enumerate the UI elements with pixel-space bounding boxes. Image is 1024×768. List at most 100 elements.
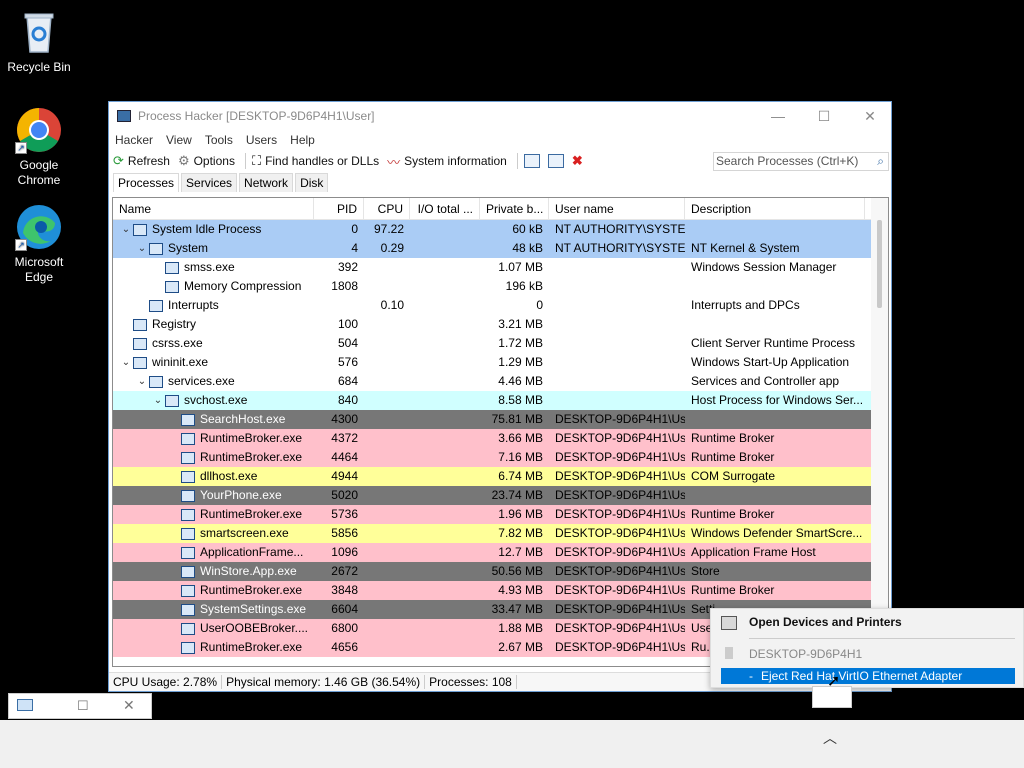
expand-chevron-icon[interactable]: ⌄ [119,220,133,239]
cell-priv: 6.74 MB [498,469,543,483]
process-row[interactable]: RuntimeBroker.exe 4464 7.16 MB DESKTOP-9D6P… [113,448,888,467]
expand-chevron-icon[interactable]: ⌄ [135,372,149,391]
menu-users[interactable]: Users [246,133,277,147]
process-row[interactable]: ⌄ System Idle Process 0 97.22 60 kB NT AUTHOR… [113,220,888,239]
process-row[interactable]: Interrupts 0.10 0 Interrupts and DPCs [113,296,888,315]
process-row[interactable]: ⌄ wininit.exe 576 1.29 MB Windows Start-Up A… [113,353,888,372]
cell-user: DESKTOP-9D6P4H1\User [555,431,685,445]
cell-pid: 840 [337,393,358,407]
process-name: RuntimeBroker.exe [200,507,303,521]
cell-desc: Interrupts and DPCs [691,298,800,312]
close-button[interactable]: ✕ [847,102,893,130]
cell-priv: 196 kB [505,279,543,293]
tab-services[interactable]: Services [181,173,238,192]
column-pid[interactable]: PID [314,198,364,219]
menu-help[interactable]: Help [290,133,315,147]
menu-hacker[interactable]: Hacker [115,133,153,147]
process-icon [181,470,195,483]
process-row[interactable]: ⌄ System 4 0.29 48 kB NT AUTHORITY\SYSTEM NT K… [113,239,888,258]
cell-user: DESKTOP-9D6P4H1\User [555,450,685,464]
options-button[interactable]: ⚙ Options [178,153,235,169]
process-row[interactable]: RuntimeBroker.exe 3848 4.93 MB DESKTOP-9D6P… [113,581,888,600]
menu-item-desktop-name: DESKTOP-9D6P4H1 [749,647,863,661]
chevron-up-icon[interactable]: ︿ [823,728,837,748]
vertical-scrollbar[interactable] [871,198,888,666]
expand-chevron-icon[interactable]: ⌄ [119,353,133,372]
column-description[interactable]: Description [685,198,865,219]
process-row[interactable]: RuntimeBroker.exe 4372 3.66 MB DESKTOP-9D6P… [113,429,888,448]
terminate-button[interactable]: ✖ [572,153,587,169]
system-information-button[interactable]: 〰 System information [387,152,507,171]
minimized-window-bar[interactable]: ☐ ✕ [8,693,152,719]
cell-cpu: 97.22 [373,222,404,236]
process-row[interactable]: csrss.exe 504 1.72 MB Client Server Runtime… [113,334,888,353]
cell-pid: 6800 [331,621,358,635]
cell-name: UserOOBEBroker.... [113,619,314,638]
cell-cpu [364,277,410,296]
desktop-icon-google-chrome[interactable]: ↗ Google Chrome [4,106,74,188]
menu-item-open-devices[interactable]: Open Devices and Printers [749,615,902,629]
search-input[interactable]: Search Processes (Ctrl+K) ⌕ [713,152,889,171]
process-list[interactable]: Name PID CPU I/O total ... Private b... … [112,197,889,667]
cell-priv: 4.46 MB [498,374,543,388]
column-cpu[interactable]: CPU [364,198,410,219]
process-icon [181,527,195,540]
process-row[interactable]: RuntimeBroker.exe 5736 1.96 MB DESKTOP-9D6P… [113,505,888,524]
process-name: dllhost.exe [200,469,258,483]
cell-desc [685,277,865,296]
process-row[interactable]: Registry 100 3.21 MB [113,315,888,334]
window-arrow-icon[interactable] [547,154,564,168]
column-name[interactable]: Name [113,198,314,219]
scrollbar-thumb[interactable] [877,220,882,308]
process-row[interactable]: smss.exe 392 1.07 MB Windows Session Manage… [113,258,888,277]
cell-pid: 6604 [331,602,358,616]
cell-user: DESKTOP-9D6P4H1\User [555,526,685,540]
cell-pid: 5856 [331,526,358,540]
process-row[interactable]: ⌄ services.exe 684 4.46 MB Services and Cont… [113,372,888,391]
cell-io [410,581,480,600]
process-row[interactable]: ⌄ svchost.exe 840 8.58 MB Host Process for W… [113,391,888,410]
cell-desc: Store [691,564,720,578]
maximize-button[interactable]: ☐ [801,102,847,130]
process-row[interactable]: smartscreen.exe 5856 7.82 MB DESKTOP-9D6P4H… [113,524,888,543]
cell-io [410,467,480,486]
process-row[interactable]: dllhost.exe 4944 6.74 MB DESKTOP-9D6P4H1\Us… [113,467,888,486]
process-row[interactable]: SearchHost.exe 4300 75.81 MB DESKTOP-9D6P4H… [113,410,888,429]
desktop-icon-recycle-bin[interactable]: Recycle Bin [4,8,74,75]
column-private-bytes[interactable]: Private b... [480,198,549,219]
status-physical-memory: Physical memory: 1.46 GB (36.54%) [222,675,426,689]
cell-cpu [364,429,410,448]
process-row[interactable]: Memory Compression 1808 196 kB [113,277,888,296]
process-row[interactable]: ApplicationFrame... 1096 12.7 MB DESKTOP-9D… [113,543,888,562]
cell-name: YourPhone.exe [113,486,314,505]
tray-context-menu: Open Devices and Printers DESKTOP-9D6P4H… [710,608,1024,688]
tab-disk[interactable]: Disk [295,173,329,192]
column-user-name[interactable]: User name [549,198,685,219]
cell-pid: 2672 [331,564,358,578]
process-row[interactable]: WinStore.App.exe 2672 50.56 MB DESKTOP-9D6P… [113,562,888,581]
menu-tools[interactable]: Tools [205,133,233,147]
menu-item-eject-adapter[interactable]: - Eject Red Hat VirtIO Ethernet Adapter [721,668,1015,684]
close-button[interactable]: ✕ [123,697,135,714]
cell-user: DESKTOP-9D6P4H1\User [555,545,685,559]
tab-processes[interactable]: Processes [113,173,180,192]
expand-chevron-icon[interactable]: ⌄ [151,391,165,410]
find-handles-button[interactable]: ⛶ Find handles or DLLs [252,153,379,169]
title-bar[interactable]: Process Hacker [DESKTOP-9D6P4H1\User] — … [109,102,891,130]
cell-io [410,372,480,391]
process-row[interactable]: YourPhone.exe 5020 23.74 MB DESKTOP-9D6P4H1… [113,486,888,505]
process-name: Interrupts [168,298,219,312]
tab-network[interactable]: Network [239,173,294,192]
expand-chevron-icon[interactable]: ⌄ [135,239,149,258]
cell-priv: 7.16 MB [498,450,543,464]
desktop-icon-microsoft-edge[interactable]: ↗ Microsoft Edge [4,203,74,285]
column-io-total[interactable]: I/O total ... [410,198,480,219]
refresh-button[interactable]: ⟳ Refresh [113,153,170,169]
search-icon[interactable]: ⌕ [877,153,884,170]
cell-io [410,543,480,562]
restore-button[interactable]: ☐ [77,698,89,714]
window-icon[interactable] [523,154,540,168]
menu-view[interactable]: View [166,133,192,147]
cell-name: ApplicationFrame... [113,543,314,562]
minimize-button[interactable]: — [755,102,801,130]
